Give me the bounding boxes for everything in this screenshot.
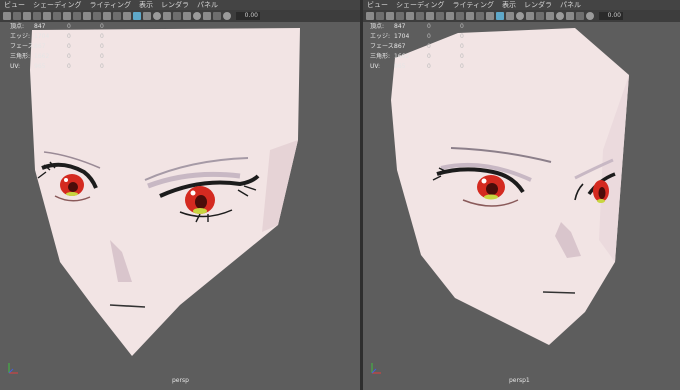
pupil-left xyxy=(486,183,498,195)
viewport-right[interactable]: ビュー シェーディング ライティング 表示 レンダラ パネル 0.00 頂点: … xyxy=(363,0,680,390)
camera-name-left: persp xyxy=(172,377,189,384)
iris-highlight-right xyxy=(193,208,207,214)
iris-highlight-left xyxy=(484,194,498,200)
iris-highlight-left xyxy=(66,192,78,196)
axis-gizmo-icon xyxy=(8,363,18,374)
pupil-right xyxy=(598,187,606,199)
face-model-left xyxy=(30,28,300,356)
camera-name-right: persp1 xyxy=(509,377,530,384)
face-model-right xyxy=(391,28,629,345)
eye-glint-left xyxy=(481,178,487,184)
eye-glint-right xyxy=(190,190,196,196)
pupil-right xyxy=(195,195,207,209)
iris-highlight-right xyxy=(597,199,605,203)
mouth-line xyxy=(542,291,576,294)
pupil-left xyxy=(68,182,78,192)
axis-gizmo-icon xyxy=(371,363,381,374)
eye-glint-left xyxy=(64,178,68,182)
viewport-left[interactable]: ビュー シェーディング ライティング 表示 レンダラ パネル 0.00 頂点: … xyxy=(0,0,360,390)
